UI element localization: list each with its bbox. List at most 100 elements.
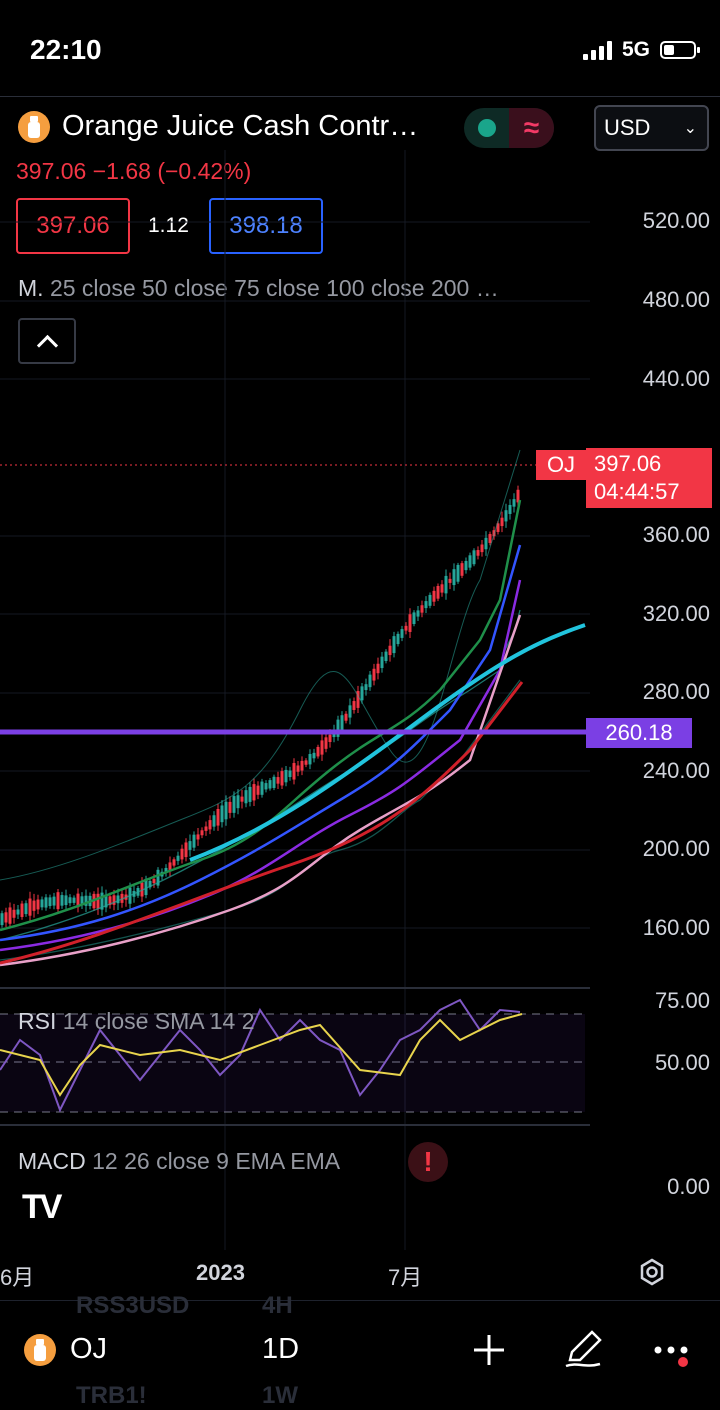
symbol-code: OJ [70, 1333, 108, 1365]
candle [420, 605, 424, 613]
price-axis-label: 320.00 [642, 601, 710, 626]
candle [184, 842, 188, 858]
battery-icon [660, 41, 700, 59]
candle [48, 897, 52, 907]
candle [208, 820, 212, 830]
candle [344, 713, 348, 721]
symbol-name: Orange Juice Cash Contr… [62, 110, 419, 142]
candle [196, 834, 200, 840]
candle [192, 834, 196, 848]
candle [452, 569, 456, 586]
candle [440, 584, 444, 593]
candle [324, 737, 328, 749]
candle [236, 795, 240, 809]
tradingview-logo-icon: TV [22, 1188, 62, 1226]
price-axis-label: 160.00 [642, 915, 710, 940]
candle [404, 625, 408, 631]
status-time: 22:10 [30, 34, 102, 65]
add-icon[interactable] [472, 1333, 506, 1367]
candle [308, 754, 312, 765]
candle [176, 855, 180, 861]
network-label: 5G [621, 38, 650, 61]
candle [280, 771, 284, 786]
candle [52, 896, 56, 906]
macd-legend[interactable]: MACD 12 26 close 9 EMA EMA [18, 1148, 340, 1175]
candle [4, 912, 8, 923]
ghost-interval: 1W [262, 1382, 298, 1409]
candle [72, 897, 76, 903]
price-chart[interactable] [0, 150, 590, 1300]
candle [412, 612, 416, 624]
candle [44, 897, 48, 908]
candle [20, 903, 24, 917]
candle [228, 801, 232, 813]
time-axis-label: 7月 [388, 1265, 423, 1290]
market-status-pill[interactable]: ≈ [464, 108, 554, 148]
candle [172, 859, 176, 866]
interval-selector[interactable]: 1D [262, 1333, 299, 1366]
price-axis-label: 520.00 [642, 208, 710, 233]
candle [288, 770, 292, 778]
candle [188, 841, 192, 850]
rsi-params: 14 close SMA 14 2 [62, 1008, 255, 1034]
candle [264, 783, 268, 790]
candle [408, 614, 412, 632]
macd-axis-label: 0.00 [667, 1174, 710, 1199]
rsi-axis-label: 50.00 [654, 1050, 710, 1075]
candle [96, 893, 100, 909]
drawing-pen-icon[interactable] [562, 1328, 604, 1370]
candle [60, 895, 64, 906]
candle [328, 734, 332, 743]
candle [384, 651, 388, 661]
candle [424, 601, 428, 609]
price-axis-label: 280.00 [642, 679, 710, 704]
candle [240, 796, 244, 802]
candle [472, 550, 476, 565]
candle [260, 781, 264, 795]
candle [436, 585, 440, 599]
candle [312, 752, 316, 759]
candle [468, 555, 472, 568]
currency-select[interactable]: USD ⌄ [594, 105, 709, 151]
candle [360, 686, 364, 701]
horizontal-level-tag[interactable]: 260.18 [586, 718, 692, 748]
price-axis-label: 360.00 [642, 522, 710, 547]
candle [248, 786, 252, 802]
price-axis-label: 480.00 [642, 287, 710, 312]
orange-juice-icon [24, 1333, 56, 1366]
candle [316, 746, 320, 757]
settings-gear-icon[interactable] [638, 1258, 666, 1286]
time-axis-label: 2023 [196, 1260, 245, 1285]
price-axis-label: 200.00 [642, 836, 710, 861]
ghost-symbol: RSS3USD [76, 1292, 190, 1319]
candle [68, 897, 72, 904]
warning-icon[interactable]: ! [408, 1142, 448, 1182]
more-menu-icon[interactable] [652, 1340, 696, 1370]
candle [8, 907, 12, 924]
rsi-name: RSI [18, 1008, 57, 1034]
candle [216, 808, 220, 826]
candle [396, 633, 400, 645]
candle [304, 760, 308, 765]
candle [352, 701, 356, 710]
candle [12, 909, 16, 918]
macd-name: MACD [18, 1148, 86, 1174]
candle [16, 909, 20, 915]
candle [512, 499, 516, 507]
candle [112, 895, 116, 905]
divider [0, 96, 720, 97]
candle [320, 740, 324, 755]
rsi-legend[interactable]: RSI 14 close SMA 14 2 [18, 1008, 255, 1035]
symbol-selector[interactable]: OJ [24, 1333, 107, 1366]
macd-params: 12 26 close 9 EMA EMA [92, 1148, 341, 1174]
candle [256, 785, 260, 795]
wave-icon: ≈ [509, 108, 554, 148]
candle [456, 564, 460, 582]
candle [284, 769, 288, 783]
price-axis-label: 440.00 [642, 366, 710, 391]
candle [292, 763, 296, 780]
candle [476, 550, 480, 556]
candle [364, 684, 368, 691]
symbol-title[interactable]: Orange Juice Cash Contr… [18, 110, 418, 143]
candle [400, 629, 404, 638]
